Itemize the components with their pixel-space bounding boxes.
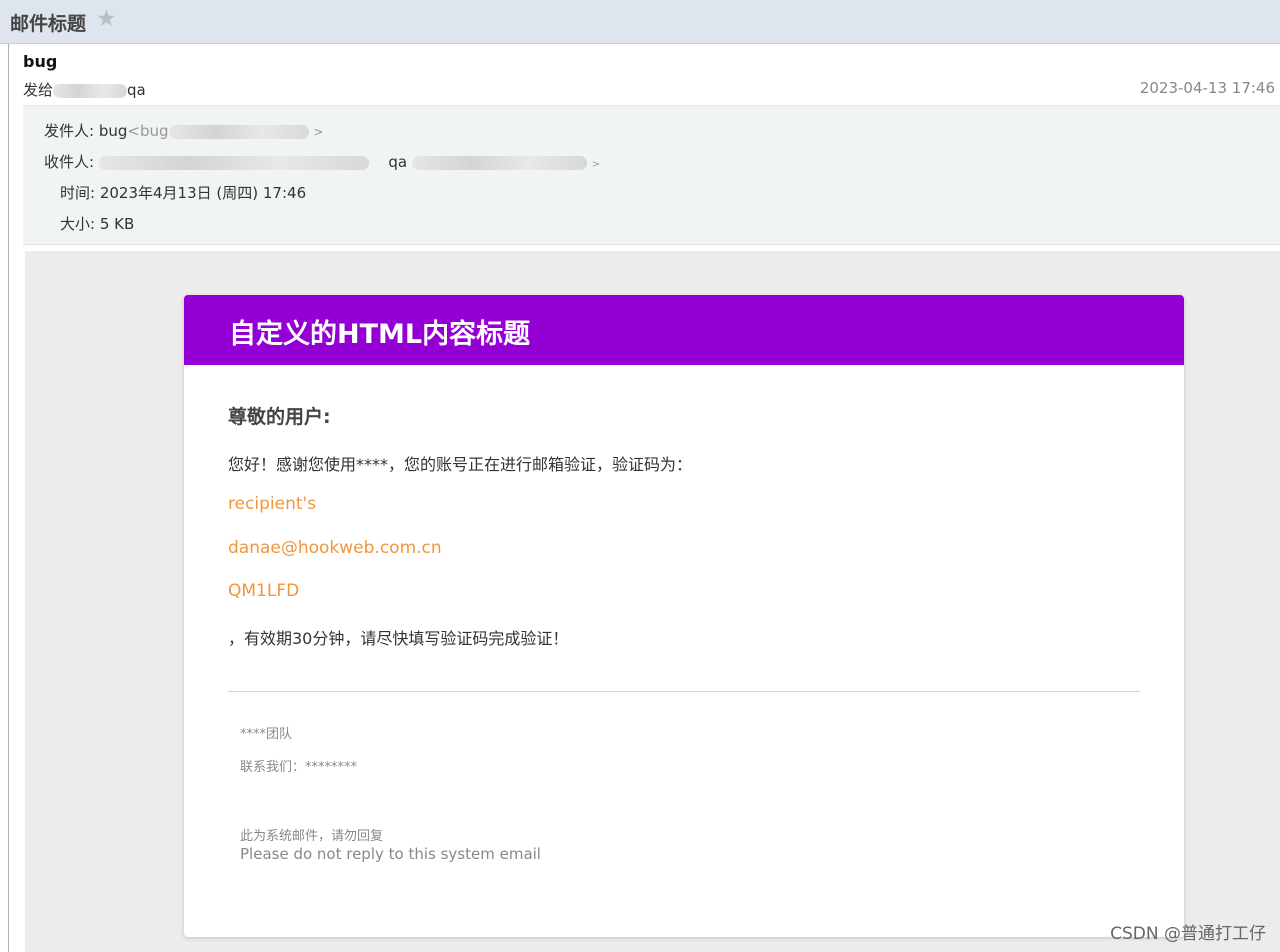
window-titlebar: 邮件标题 ★ xyxy=(0,0,1280,44)
verification-code: QM1LFD xyxy=(228,581,300,601)
to-close: > xyxy=(591,159,601,170)
from-row: 发件人: bug<bug > xyxy=(44,120,323,141)
mail-view: bug 发给 qa 2023-04-13 17:46 发件人: bug<bug >… xyxy=(8,44,1280,952)
from-addr-open: <bug xyxy=(127,122,169,140)
time-label: 时间: xyxy=(60,184,96,202)
to-name-2[interactable]: qa xyxy=(388,153,407,171)
size-row: 大小: 5 KB xyxy=(60,213,134,234)
to-suffix: qa xyxy=(127,81,146,99)
email-address-link[interactable]: danae@hookweb.com.cn xyxy=(228,538,442,558)
noreply-en: Please do not reply to this system email xyxy=(240,845,541,863)
from-label: 发件人: xyxy=(44,122,95,140)
to-label: 收件人: xyxy=(44,153,95,171)
redacted-block xyxy=(168,124,309,139)
mail-subject: bug xyxy=(23,52,58,71)
email-card: 自定义的HTML内容标题 尊敬的用户: 您好！感谢您使用****，您的账号正在进… xyxy=(184,295,1184,937)
team-signature: ****团队 xyxy=(240,727,293,742)
to-prefix: 发给 xyxy=(23,81,54,99)
to-row: 收件人: qa > xyxy=(44,151,600,172)
mail-meta-panel: 发件人: bug<bug > 收件人: qa > 时间: 2023年4月13日 … xyxy=(23,105,1280,245)
from-name[interactable]: bug xyxy=(99,122,128,140)
email-body-area: 自定义的HTML内容标题 尊敬的用户: 您好！感谢您使用****，您的账号正在进… xyxy=(25,251,1280,952)
noreply-cn: 此为系统邮件，请勿回复 xyxy=(240,829,384,844)
email-recipient: recipient's xyxy=(228,494,317,514)
contact-line: 联系我们：******** xyxy=(240,760,358,775)
recipient-summary: 发给 qa xyxy=(23,79,146,100)
star-icon[interactable]: ★ xyxy=(96,6,117,32)
email-greeting: 尊敬的用户: xyxy=(228,406,331,428)
email-validity-line: ，有效期30分钟，请尽快填写验证码完成验证！ xyxy=(228,629,569,648)
redacted-block xyxy=(98,155,369,170)
watermark: CSDN @普通打工仔 xyxy=(1110,924,1266,944)
size-label: 大小: xyxy=(60,215,96,233)
email-line1: 您好！感谢您使用****，您的账号正在进行邮箱验证，验证码为： xyxy=(228,455,693,474)
window-subject-title: 邮件标题 xyxy=(10,13,87,35)
redacted-block xyxy=(53,83,128,98)
redacted-block xyxy=(411,155,587,170)
time-row: 时间: 2023年4月13日 (周四) 17:46 xyxy=(60,182,306,203)
email-divider xyxy=(228,691,1140,692)
email-header-banner: 自定义的HTML内容标题 xyxy=(184,295,1184,365)
time-value: 2023年4月13日 (周四) 17:46 xyxy=(99,184,307,202)
email-header-title: 自定义的HTML内容标题 xyxy=(229,319,531,350)
size-value: 5 KB xyxy=(99,215,135,233)
from-addr-close: > xyxy=(313,125,324,139)
mail-date: 2023-04-13 17:46 xyxy=(1139,79,1275,97)
